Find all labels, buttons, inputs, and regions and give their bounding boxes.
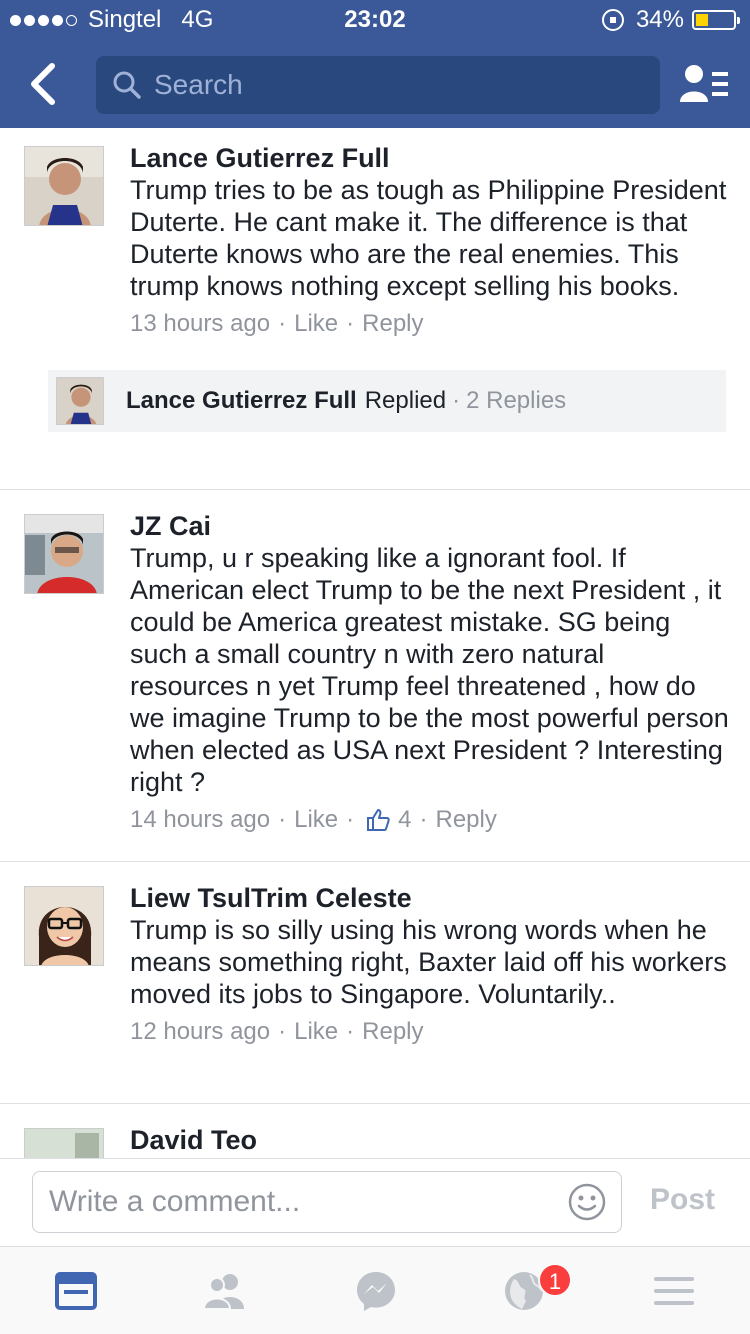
comment-author[interactable]: Liew TsulTrim Celeste: [130, 882, 730, 914]
thumbs-up-icon: [367, 809, 390, 831]
tab-bar: 1: [0, 1246, 750, 1334]
tab-notifications[interactable]: 1: [502, 1263, 572, 1313]
comment-time: 14 hours ago: [130, 806, 271, 833]
reply-preview[interactable]: Lance Gutierrez Full Replied · 2 Replies: [48, 370, 726, 432]
avatar[interactable]: [24, 514, 104, 594]
comment-meta: 13 hours ago · Like · Reply: [130, 308, 730, 340]
emoji-icon[interactable]: [567, 1182, 607, 1222]
reply-count: 2 Replies: [466, 387, 567, 414]
comment-meta: 12 hours ago · Like · Reply: [130, 1016, 730, 1048]
reply-link[interactable]: Reply: [362, 308, 423, 340]
comment-time: 13 hours ago: [130, 310, 271, 337]
comment-item: David Teo: [0, 1104, 750, 1158]
status-right: 34%: [601, 6, 740, 34]
status-bar: Singtel 4G 23:02 34%: [0, 0, 750, 40]
chevron-left-icon: [31, 63, 55, 105]
top-bar: Singtel 4G 23:02 34%: [0, 0, 750, 128]
like-link[interactable]: Like: [294, 804, 338, 836]
nav-bar: [0, 40, 750, 128]
battery-icon: [692, 10, 740, 30]
tab-messenger[interactable]: [354, 1269, 398, 1313]
reply-separator: ·: [452, 387, 461, 414]
comment-text: Trump is so silly using his wrong words …: [130, 915, 727, 1009]
notification-badge: 1: [538, 1263, 572, 1297]
post-button[interactable]: Post: [650, 1183, 715, 1217]
rotation-lock-icon: [601, 9, 624, 31]
tab-friends[interactable]: [202, 1269, 246, 1313]
person-list-icon: [680, 65, 728, 102]
reply-link[interactable]: Reply: [436, 804, 497, 836]
reply-link[interactable]: Reply: [362, 1016, 423, 1048]
news-feed-icon: [55, 1272, 97, 1310]
tab-news-feed[interactable]: [54, 1269, 98, 1313]
messenger-icon: [357, 1272, 395, 1311]
tab-menu[interactable]: [652, 1269, 696, 1313]
avatar[interactable]: [24, 1128, 104, 1158]
battery-percent: 34%: [635, 6, 684, 33]
menu-icon: [654, 1277, 694, 1305]
reply-author: Lance Gutierrez Full: [126, 387, 357, 414]
back-button[interactable]: [22, 60, 66, 108]
comment-text: Trump tries to be as tough as Philippine…: [130, 175, 727, 301]
comment-item: Lance Gutierrez Full Trump tries to be a…: [0, 128, 750, 490]
search-bar[interactable]: [96, 56, 660, 114]
avatar[interactable]: [24, 886, 104, 966]
comment-item: Liew TsulTrim Celeste Trump is so silly …: [0, 862, 750, 1104]
comment-author[interactable]: JZ Cai: [130, 510, 730, 542]
comment-meta: 14 hours ago · Like · 4 · Reply: [130, 804, 730, 836]
search-input[interactable]: [154, 56, 634, 114]
friend-requests-button[interactable]: [678, 62, 730, 106]
friends-icon: [202, 1274, 244, 1310]
avatar[interactable]: [24, 146, 104, 226]
comment-item: JZ Cai Trump, u r speaking like a ignora…: [0, 490, 750, 862]
like-link[interactable]: Like: [294, 308, 338, 340]
avatar: [56, 377, 104, 425]
comment-input-box[interactable]: [32, 1171, 622, 1233]
comment-author[interactable]: David Teo: [130, 1124, 730, 1156]
comment-text: Trump, u r speaking like a ignorant fool…: [130, 543, 729, 797]
comment-composer: Post: [0, 1158, 750, 1246]
search-icon: [113, 71, 141, 99]
comments-list: Lance Gutierrez Full Trump tries to be a…: [0, 128, 750, 1158]
reply-action: Replied: [364, 387, 447, 414]
comment-author[interactable]: Lance Gutierrez Full: [130, 142, 730, 174]
likes-count[interactable]: 4: [398, 804, 411, 836]
like-link[interactable]: Like: [294, 1016, 338, 1048]
comment-time: 12 hours ago: [130, 1018, 271, 1045]
comment-input[interactable]: [49, 1172, 549, 1232]
